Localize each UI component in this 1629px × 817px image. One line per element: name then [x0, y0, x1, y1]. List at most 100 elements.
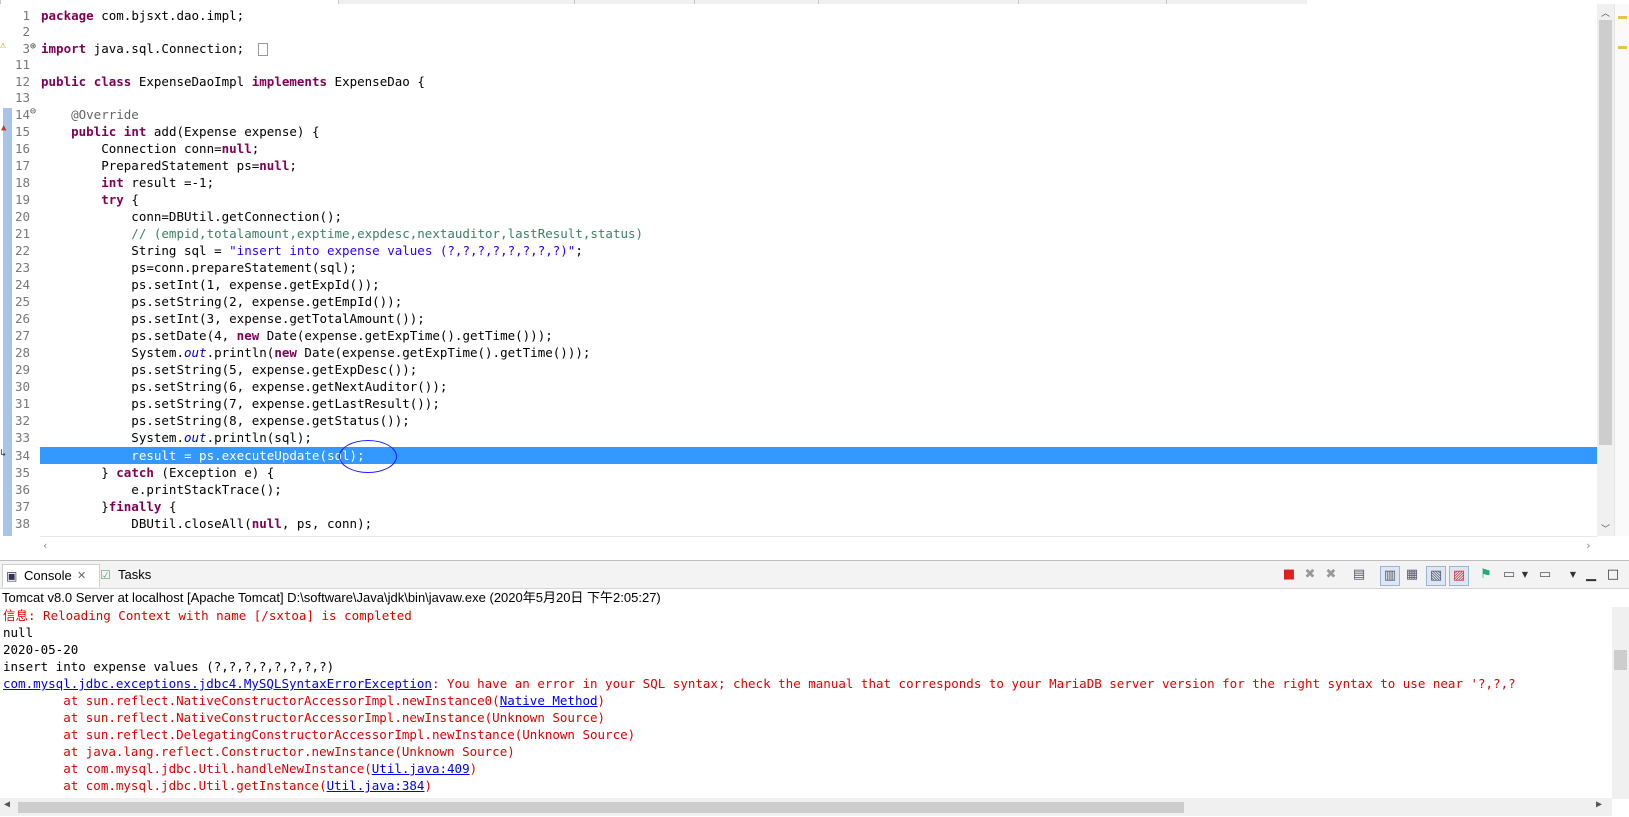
- overview-ruler[interactable]: [1614, 4, 1629, 536]
- remove-all-icon[interactable]: ✖: [1322, 566, 1340, 584]
- code-line[interactable]: ps.setString(5, expense.getExpDesc());: [41, 361, 417, 378]
- chevron-down-icon[interactable]: ▼: [1516, 566, 1534, 584]
- code-line[interactable]: ps.setDate(4, new Date(expense.getExpTim…: [41, 327, 552, 344]
- code-line[interactable]: @Override: [41, 106, 139, 123]
- trace-text: at com.mysql.jdbc.Util.handleNewInstance…: [3, 761, 372, 776]
- close-icon[interactable]: ✕: [77, 565, 86, 587]
- tab-label: Console: [24, 568, 72, 583]
- stack-trace-line[interactable]: at sun.reflect.NativeConstructorAccessor…: [3, 692, 605, 709]
- warning-marker[interactable]: [1618, 16, 1627, 19]
- code-editor[interactable]: ⚠ ⊕ ⊖ ▲ ↳ 1 2 3 11 12 13 14 15 16 17 18 …: [0, 0, 1629, 557]
- code-line[interactable]: ps.setString(6, expense.getNextAuditor()…: [41, 378, 447, 395]
- tab-tasks[interactable]: ☑ Tasks: [100, 564, 160, 586]
- chevron-down-icon[interactable]: ▼: [1564, 566, 1582, 584]
- code-line-selected[interactable]: result = ps.executeUpdate(sql);: [41, 447, 364, 464]
- console-output[interactable]: 信息: Reloading Context with name [/sxtoa]…: [0, 607, 1612, 799]
- code-line[interactable]: public class ExpenseDaoImpl implements E…: [41, 73, 425, 90]
- show-on-stderr-icon[interactable]: ▨: [1449, 566, 1469, 586]
- console-line[interactable]: insert into expense values (?,?,?,?,?,?,…: [3, 658, 334, 675]
- trace-tail: ): [424, 778, 432, 793]
- line-number: 37: [14, 499, 30, 514]
- code-line[interactable]: ps.setString(2, expense.getEmpId());: [41, 293, 402, 310]
- code-comment-line[interactable]: // (empid,totalamount,exptime,expdesc,ne…: [41, 225, 643, 242]
- line-number: 28: [14, 345, 30, 360]
- line-number: 3: [22, 41, 30, 56]
- console-line[interactable]: 2020-05-20: [3, 641, 78, 658]
- exception-message: : You have an error in your SQL syntax; …: [431, 676, 1516, 691]
- console-vertical-scrollbar[interactable]: [1612, 607, 1629, 799]
- clear-console-icon[interactable]: ▤: [1350, 566, 1368, 584]
- tab-label: Tasks: [118, 567, 152, 582]
- word-wrap-icon[interactable]: ▦: [1403, 566, 1421, 584]
- scroll-right-icon[interactable]: ›: [1585, 539, 1592, 552]
- scroll-left-icon[interactable]: ◀: [4, 799, 10, 810]
- code-line[interactable]: conn=DBUtil.getConnection();: [41, 208, 342, 225]
- code-line[interactable]: System.out.println(new Date(expense.getE…: [41, 344, 590, 361]
- expand-icon[interactable]: ⊕: [30, 41, 36, 52]
- remove-launch-icon[interactable]: ✖: [1301, 566, 1319, 584]
- console-line[interactable]: 信息: Reloading Context with name [/sxtoa]…: [3, 607, 412, 624]
- console-scroll-thumb[interactable]: [1614, 650, 1627, 670]
- console-exception-line[interactable]: com.mysql.jdbc.exceptions.jdbc4.MySQLSyn…: [3, 675, 1516, 692]
- exception-link[interactable]: com.mysql.jdbc.exceptions.jdbc4.MySQLSyn…: [3, 676, 432, 691]
- trace-tail: ): [597, 693, 606, 708]
- code-line[interactable]: package com.bjsxt.dao.impl;: [41, 7, 244, 24]
- stack-trace-line[interactable]: at com.mysql.jdbc.Util.getInstance(Util.…: [3, 777, 432, 794]
- code-line[interactable]: e.printStackTrace();: [41, 481, 282, 498]
- editor-tab-strip: [0, 0, 1629, 4]
- minimize-icon[interactable]: ▁: [1582, 566, 1600, 584]
- stack-trace-line[interactable]: at java.lang.reflect.Constructor.newInst…: [3, 743, 515, 760]
- show-on-stdout-icon[interactable]: ▧: [1426, 566, 1446, 586]
- line-number: 16: [14, 141, 30, 156]
- scroll-down-icon[interactable]: ﹀: [1601, 522, 1610, 535]
- code-line[interactable]: String sql = "insert into expense values…: [41, 242, 583, 259]
- code-line[interactable]: ps.setString(7, expense.getLastResult())…: [41, 395, 440, 412]
- line-number: 17: [14, 158, 30, 173]
- code-line[interactable]: public int add(Expense expense) {: [41, 123, 319, 140]
- line-number: 32: [14, 413, 30, 428]
- line-number: 1: [22, 8, 30, 23]
- line-number: 13: [14, 90, 30, 105]
- code-line[interactable]: Connection conn=null;: [41, 140, 259, 157]
- code-line[interactable]: ps.setInt(3, expense.getTotalAmount());: [41, 310, 425, 327]
- line-number: 21: [14, 226, 30, 241]
- open-console-icon[interactable]: ▭: [1536, 566, 1554, 584]
- source-link[interactable]: Util.java:409: [372, 761, 470, 776]
- code-line[interactable]: } catch (Exception e) {: [41, 464, 274, 481]
- code-line[interactable]: int result =-1;: [41, 174, 214, 191]
- code-line[interactable]: ps.setInt(1, expense.getExpId());: [41, 276, 379, 293]
- folded-imports-icon[interactable]: [258, 43, 268, 56]
- scroll-lock-icon[interactable]: ▥: [1380, 566, 1400, 586]
- code-line[interactable]: DBUtil.closeAll(null, ps, conn);: [41, 515, 372, 532]
- console-line[interactable]: null: [3, 624, 33, 641]
- scroll-left-icon[interactable]: ‹: [42, 539, 49, 552]
- stack-trace-line[interactable]: at sun.reflect.NativeConstructorAccessor…: [3, 709, 605, 726]
- line-number: 19: [14, 192, 30, 207]
- source-link[interactable]: Native Method: [500, 693, 598, 708]
- tab-console[interactable]: ▣ Console ✕: [2, 564, 100, 587]
- trace-text: at sun.reflect.NativeConstructorAccessor…: [3, 693, 500, 708]
- stack-trace-line[interactable]: at com.mysql.jdbc.Util.handleNewInstance…: [3, 760, 477, 777]
- code-line[interactable]: System.out.println(sql);: [41, 429, 312, 446]
- line-number: 25: [14, 294, 30, 309]
- code-line[interactable]: }finally {: [41, 498, 176, 515]
- scroll-up-icon[interactable]: ︿: [1601, 6, 1610, 19]
- maximize-icon[interactable]: □: [1604, 566, 1622, 584]
- warning-marker[interactable]: [1618, 46, 1627, 49]
- code-line[interactable]: try {: [41, 191, 139, 208]
- source-link[interactable]: Util.java:384: [327, 778, 425, 793]
- terminate-icon[interactable]: ■: [1280, 566, 1298, 584]
- editor-horizontal-scrollbar[interactable]: ‹ ›: [40, 536, 1597, 557]
- scroll-right-icon[interactable]: ▶: [1596, 799, 1602, 810]
- stack-trace-line[interactable]: at sun.reflect.DelegatingConstructorAcce…: [3, 726, 635, 743]
- code-line[interactable]: ps=conn.prepareStatement(sql);: [41, 259, 357, 276]
- pin-console-icon[interactable]: ⚑: [1477, 566, 1495, 584]
- code-line[interactable]: ps.setString(8, expense.getStatus());: [41, 412, 409, 429]
- console-view[interactable]: ▣ Console ✕ ☑ Tasks ■ ✖ ✖ ▤ ▥ ▦ ▧ ▨ ⚑ ▭ …: [0, 560, 1629, 817]
- collapse-icon[interactable]: ⊖: [30, 106, 36, 117]
- editor-scroll-thumb[interactable]: [1599, 20, 1612, 445]
- console-hscroll-thumb[interactable]: [18, 802, 1184, 813]
- code-line[interactable]: PreparedStatement ps=null;: [41, 157, 297, 174]
- code-line[interactable]: import java.sql.Connection;: [41, 40, 244, 57]
- line-number: 34: [14, 448, 30, 463]
